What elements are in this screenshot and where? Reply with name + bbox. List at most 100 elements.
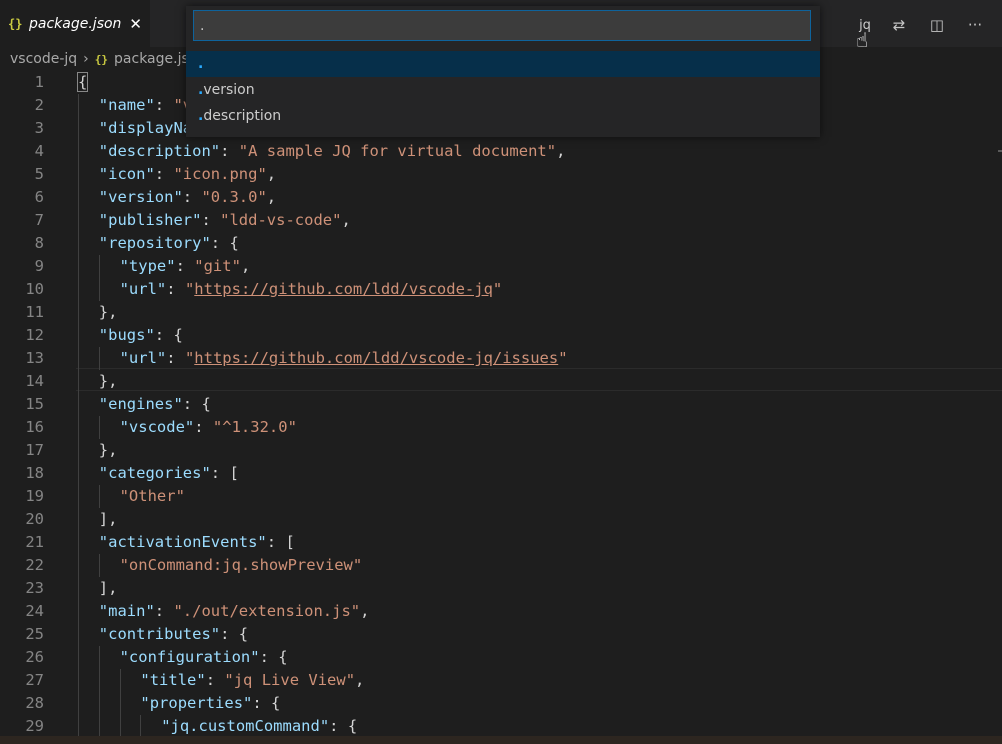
- code-token: "0.3.0": [201, 188, 267, 206]
- code-text: "engines": {: [99, 393, 211, 416]
- code-token: ,: [355, 671, 365, 689]
- code-text: "url": "https://github.com/ldd/vscode-jq…: [120, 278, 503, 301]
- code-text: "version": "0.3.0",: [99, 186, 276, 209]
- suggestion-item[interactable]: .: [186, 51, 820, 77]
- code-token: ,: [360, 602, 370, 620]
- code-line[interactable]: 5 "icon": "icon.png",: [0, 163, 1002, 186]
- code-token: "^1.32.0": [212, 418, 297, 436]
- code-line[interactable]: 18 "categories": [: [0, 462, 1002, 485]
- code-line[interactable]: 11},: [0, 301, 1002, 324]
- code-text: "description": "A sample JQ for virtual …: [99, 140, 566, 163]
- code-token: "name": [98, 96, 155, 114]
- code-text: ],: [99, 508, 118, 531]
- code-line[interactable]: 28 "properties": {: [0, 692, 1002, 715]
- code-token: ,: [240, 257, 251, 275]
- code-token: :: [154, 96, 174, 114]
- code-line[interactable]: 4 "description": "A sample JQ for virtual…: [0, 140, 1002, 163]
- code-token: ,: [556, 142, 566, 160]
- line-number: 2: [34, 96, 44, 114]
- code-line[interactable]: 9 "type": "git",: [0, 255, 1002, 278]
- code-line[interactable]: 20],: [0, 508, 1002, 531]
- compare-changes-icon[interactable]: ⇄: [880, 11, 918, 39]
- code-token: "activationEvents": [98, 533, 267, 551]
- code-token: "icon": [98, 165, 155, 183]
- code-text: "contributes": {: [99, 623, 248, 646]
- code-token: ,: [266, 188, 277, 206]
- code-line[interactable]: 8 "repository": {: [0, 232, 1002, 255]
- code-line[interactable]: 10 "url": "https://github.com/ldd/vscode-…: [0, 278, 1002, 301]
- code-token: :: [194, 418, 213, 436]
- code-token: :: [201, 211, 221, 229]
- suggestion-item[interactable]: .version: [186, 77, 820, 103]
- suggestion-list: . .version .description: [186, 51, 820, 129]
- breadcrumb-folder[interactable]: vscode-jq: [10, 51, 77, 67]
- code-text: },: [99, 439, 118, 462]
- code-line[interactable]: 26 "configuration": {: [0, 646, 1002, 669]
- code-token: "ldd-vs-code": [220, 211, 342, 229]
- code-line[interactable]: 14},: [0, 370, 1002, 393]
- code-token: : {: [210, 234, 239, 252]
- code-text: "vscode": "^1.32.0": [120, 416, 297, 439]
- code-line[interactable]: 19 "Other": [0, 485, 1002, 508]
- status-bar-edge: [0, 736, 1002, 744]
- code-text: "jq.customCommand": {: [161, 715, 357, 736]
- code-line[interactable]: 24 "main": "./out/extension.js",: [0, 600, 1002, 623]
- suggestion-item[interactable]: .description: [186, 103, 820, 129]
- code-token: {: [76, 72, 89, 92]
- code-text: "type": "git",: [120, 255, 251, 278]
- line-number: 16: [25, 418, 44, 436]
- line-number: 20: [25, 510, 44, 528]
- code-token: "url": [119, 349, 167, 367]
- line-number: 7: [34, 211, 44, 229]
- code-line[interactable]: 12 "bugs": {: [0, 324, 1002, 347]
- code-line[interactable]: 23],: [0, 577, 1002, 600]
- code-line[interactable]: 7 "publisher": "ldd-vs-code",: [0, 209, 1002, 232]
- overview-ruler-mark: [998, 150, 1002, 152]
- code-text: "activationEvents": [: [99, 531, 295, 554]
- code-text: ],: [99, 577, 118, 600]
- code-token: "version": [98, 188, 183, 206]
- code-token: "engines": [98, 395, 183, 413]
- code-token: "main": [98, 602, 155, 620]
- code-text: "Other": [120, 485, 185, 508]
- code-line[interactable]: 6 "version": "0.3.0",: [0, 186, 1002, 209]
- code-line[interactable]: 13 "url": "https://github.com/ldd/vscode-…: [0, 347, 1002, 370]
- code-token: : {: [220, 625, 249, 643]
- code-token: "properties": [140, 694, 253, 712]
- code-token: : {: [182, 395, 211, 413]
- line-number: 19: [25, 487, 44, 505]
- code-token: ,: [341, 211, 351, 229]
- tab-package-json[interactable]: {} package.json ✕: [0, 0, 150, 47]
- line-number: 9: [34, 257, 44, 275]
- code-text: },: [99, 301, 118, 324]
- jq-filter-input[interactable]: [193, 10, 811, 41]
- code-text: "title": "jq Live View",: [140, 669, 364, 692]
- code-text: "main": "./out/extension.js",: [99, 600, 370, 623]
- code-line[interactable]: 25 "contributes": {: [0, 623, 1002, 646]
- code-text: "url": "https://github.com/ldd/vscode-jq…: [120, 347, 568, 370]
- code-token: "onCommand:jq.showPreview": [119, 556, 363, 574]
- code-text: "onCommand:jq.showPreview": [120, 554, 363, 577]
- close-icon[interactable]: ✕: [129, 15, 142, 33]
- quick-input-widget: . .version .description: [186, 6, 820, 137]
- code-token: :: [205, 671, 225, 689]
- code-line[interactable]: 16 "vscode": "^1.32.0": [0, 416, 1002, 439]
- code-token: "url": [119, 280, 167, 298]
- code-line[interactable]: 29 "jq.customCommand": {: [0, 715, 1002, 736]
- split-editor-icon[interactable]: ◫: [918, 11, 956, 39]
- more-actions-icon[interactable]: ···: [956, 11, 994, 39]
- code-token: "repository": [98, 234, 211, 252]
- code-editor[interactable]: 1{2"name": "vscode-jq",3"displayName": "…: [0, 71, 1002, 736]
- code-token: ": [184, 349, 195, 367]
- code-line[interactable]: 17},: [0, 439, 1002, 462]
- code-line[interactable]: 22 "onCommand:jq.showPreview": [0, 554, 1002, 577]
- code-token: : {: [252, 694, 281, 712]
- json-file-icon: {}: [8, 16, 23, 31]
- code-line[interactable]: 27 "title": "jq Live View",: [0, 669, 1002, 692]
- code-token: : {: [329, 717, 358, 735]
- line-number: 26: [25, 648, 44, 666]
- code-line[interactable]: 21 "activationEvents": [: [0, 531, 1002, 554]
- code-token: "icon.png": [173, 165, 267, 183]
- code-line[interactable]: 15 "engines": {: [0, 393, 1002, 416]
- code-token: "./out/extension.js": [173, 602, 361, 620]
